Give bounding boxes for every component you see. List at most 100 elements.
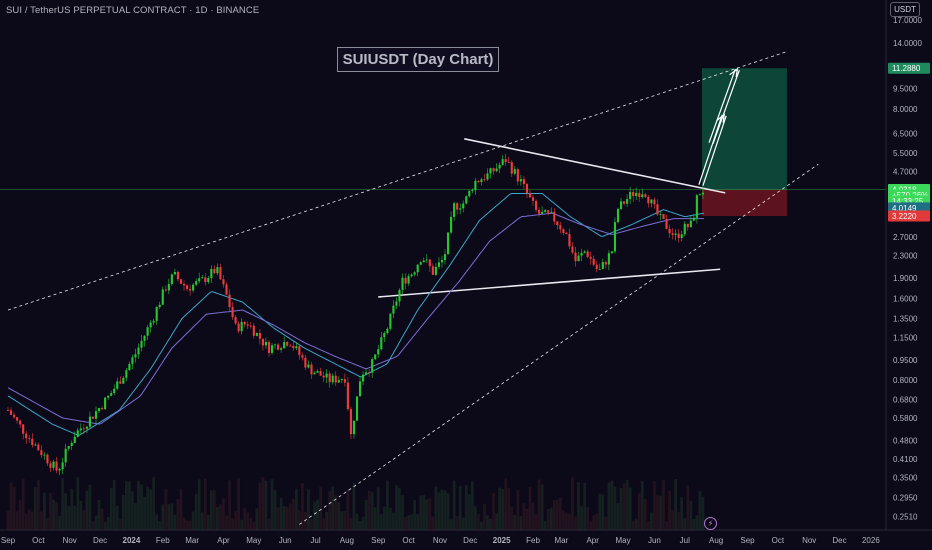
candle-body xyxy=(407,276,410,284)
volume-bar xyxy=(97,500,101,530)
volume-bar xyxy=(52,499,55,530)
volume-bar xyxy=(310,518,313,530)
volume-bar xyxy=(686,485,690,530)
candle-body xyxy=(88,416,92,427)
candle-body xyxy=(222,279,225,285)
volume-bar xyxy=(85,490,89,530)
volume-bar xyxy=(562,510,565,530)
candle-body xyxy=(13,414,16,418)
candle-body xyxy=(307,364,310,368)
y-tick-label: 1.3500 xyxy=(893,314,918,323)
volume-bar xyxy=(650,512,653,530)
candlesticks xyxy=(6,153,705,475)
x-tick-label: Mar xyxy=(185,536,199,545)
volume-bar xyxy=(495,513,498,530)
candle-body xyxy=(419,262,422,265)
price-chart[interactable]: Sep Oct Nov Dec 2024 Feb Mar Apr May Jun Jul Aug Sep… xyxy=(0,0,932,550)
volume-bar xyxy=(176,499,180,530)
price-tag: 11.2880 xyxy=(888,62,930,74)
y-tick-label: 9.5000 xyxy=(893,85,918,94)
candle-body xyxy=(207,278,210,283)
volume-bar xyxy=(228,480,231,530)
candle-body xyxy=(401,277,404,290)
candle-body xyxy=(586,251,589,257)
candle-body xyxy=(480,179,483,183)
candle-body xyxy=(258,332,261,339)
candle-body xyxy=(504,159,507,162)
candle-body xyxy=(358,381,362,397)
candle-body xyxy=(249,325,252,327)
candle-body xyxy=(137,347,140,355)
volume-bar xyxy=(182,517,186,530)
volume-bar xyxy=(334,495,338,530)
candle-body xyxy=(316,371,319,373)
candle-body xyxy=(49,463,52,468)
candle-body xyxy=(149,322,152,328)
volume-bar xyxy=(674,478,678,530)
candle-body xyxy=(492,168,495,172)
lightning-icon[interactable]: ⚡ xyxy=(704,517,717,530)
candle-body xyxy=(580,252,583,256)
volume-bar xyxy=(501,489,505,530)
volume-bar xyxy=(197,479,201,530)
volume-bar xyxy=(33,487,37,530)
candle-body xyxy=(510,162,513,174)
candle-body xyxy=(698,194,701,196)
candle-body xyxy=(668,228,671,234)
candle-body xyxy=(365,372,368,375)
volume-bar xyxy=(565,512,568,530)
risk-reward-zones xyxy=(701,68,787,217)
volume-bar xyxy=(385,480,389,530)
candle-body xyxy=(322,375,325,378)
candle-body xyxy=(513,169,516,174)
candle-body xyxy=(146,327,149,336)
candle-body xyxy=(195,281,198,285)
y-tick-label: 5.5000 xyxy=(893,149,918,158)
candle-body xyxy=(267,341,271,353)
volume-bar xyxy=(543,521,547,530)
currency-selector[interactable]: USDT xyxy=(890,2,920,17)
candle-body xyxy=(683,223,686,235)
candle-body xyxy=(67,446,70,449)
candle-body xyxy=(270,345,274,353)
volume-bar xyxy=(255,508,259,530)
candle-body xyxy=(128,363,131,371)
candle-body xyxy=(647,196,650,204)
volume-bar xyxy=(346,489,350,530)
volume-bar xyxy=(395,485,398,530)
candle-body xyxy=(143,335,146,341)
candle-body xyxy=(516,169,519,182)
volume-bar xyxy=(170,503,174,530)
volume-bar xyxy=(477,513,480,530)
volume-bar xyxy=(316,499,319,530)
candle-body xyxy=(410,274,413,277)
candle-body xyxy=(677,233,680,239)
candle-body xyxy=(692,217,695,221)
volume-bar xyxy=(73,505,77,530)
x-tick-label: Dec xyxy=(463,536,477,545)
candle-body xyxy=(134,354,137,358)
volume-bar xyxy=(558,497,562,530)
candle-body xyxy=(246,324,249,326)
x-tick-label: 2025 xyxy=(493,536,511,545)
y-tick-label: 0.3500 xyxy=(893,474,918,483)
volume-bar xyxy=(428,498,432,530)
candle-body xyxy=(674,233,677,235)
volume-bar xyxy=(580,506,583,530)
x-tick-label: Mar xyxy=(554,536,568,545)
candle-body xyxy=(489,168,492,174)
volume-bar xyxy=(124,481,128,530)
candle-body xyxy=(650,199,653,204)
volume-bar xyxy=(698,491,702,530)
candle-body xyxy=(213,268,216,274)
volume-bar xyxy=(112,480,116,530)
candle-body xyxy=(553,211,556,222)
y-tick-label: 1.1500 xyxy=(893,333,918,342)
volume-bar xyxy=(146,486,149,530)
candle-body xyxy=(231,307,234,318)
candle-body xyxy=(659,214,662,215)
candle-body xyxy=(216,267,219,274)
volume-bar xyxy=(331,486,335,530)
candle-body xyxy=(635,192,638,197)
volume-bar xyxy=(498,487,502,530)
